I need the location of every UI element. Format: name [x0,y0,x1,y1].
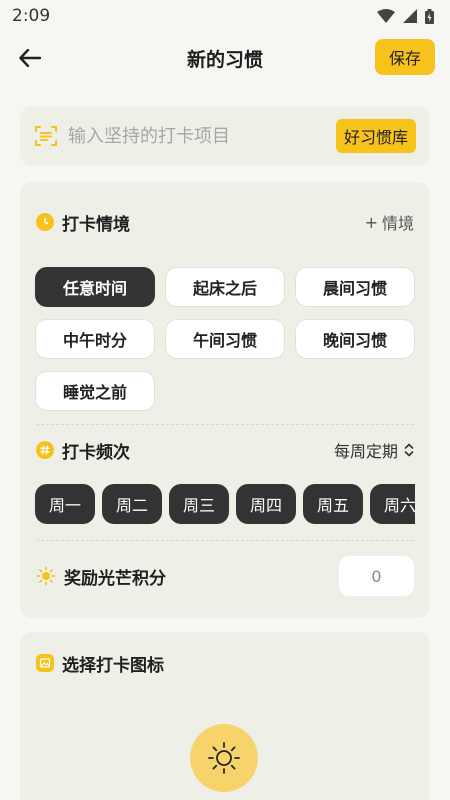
app-header: 新的习惯 保存 [0,36,450,80]
weekday-chip[interactable]: 周五 [303,484,363,524]
weekday-chip[interactable]: 周一 [35,484,95,524]
add-context-button[interactable]: + 情境 [365,210,414,234]
signal-icon [403,9,417,23]
status-icons [377,8,434,24]
context-option[interactable]: 晚间习惯 [295,319,415,359]
habit-settings-card: 打卡情境 + 情境 任意时间 起床之后 晨间习惯 中午时分 午间习惯 晚间习惯 … [20,182,430,618]
sun-icon [36,566,56,586]
sun-outline-icon [208,742,240,774]
weekday-chip[interactable]: 周四 [236,484,296,524]
status-time: 2:09 [12,6,51,26]
section-divider [36,424,414,425]
frequency-mode-label: 每周定期 [333,442,398,461]
wifi-icon [377,9,395,23]
battery-icon [425,8,434,24]
weekday-chip[interactable]: 周二 [102,484,162,524]
context-title: 打卡情境 [62,214,130,235]
clock-icon [36,213,54,231]
reward-title: 奖励光芒积分 [64,568,166,589]
frequency-mode-select[interactable]: 每周定期 [334,438,414,462]
plus-icon: + [364,212,378,232]
icon-picker-title: 选择打卡图标 [62,655,164,676]
scan-text-icon [35,126,57,146]
page-title: 新的习惯 [186,48,263,71]
hash-icon [36,441,54,459]
icon-picker-card: 选择打卡图标 [20,632,430,800]
context-option[interactable]: 任意时间 [35,267,155,307]
image-icon [36,654,54,672]
context-option[interactable]: 晨间习惯 [295,267,415,307]
context-option[interactable]: 睡觉之前 [35,371,155,411]
weekday-selector: 周一 周二 周三 周四 周五 周六 [35,484,415,526]
arrow-left-icon [19,49,41,67]
status-bar: 2:09 [0,0,450,32]
reward-section-header: 奖励光芒积分 [36,561,320,591]
selected-habit-icon[interactable] [190,724,258,792]
habit-name-input[interactable] [68,125,336,147]
section-divider [36,540,414,541]
weekday-chip[interactable]: 周六 [370,484,415,524]
save-button[interactable]: 保存 [375,39,435,75]
back-button[interactable] [14,42,46,74]
chevron-updown-icon [404,443,414,457]
frequency-section-header: 打卡频次 每周定期 [36,435,414,465]
add-context-label: 情境 [381,214,414,233]
frequency-title: 打卡频次 [62,442,130,463]
habit-name-card: 好习惯库 [20,106,430,166]
context-option[interactable]: 起床之后 [165,267,285,307]
reward-points-input[interactable] [339,556,414,596]
context-option[interactable]: 中午时分 [35,319,155,359]
context-option[interactable]: 午间习惯 [165,319,285,359]
icon-section-header: 选择打卡图标 [36,648,414,678]
habit-library-button[interactable]: 好习惯库 [335,119,416,153]
weekday-chip[interactable]: 周三 [169,484,229,524]
context-section-header: 打卡情境 + 情境 [36,207,414,237]
context-options: 任意时间 起床之后 晨间习惯 中午时分 午间习惯 晚间习惯 睡觉之前 [35,267,420,411]
